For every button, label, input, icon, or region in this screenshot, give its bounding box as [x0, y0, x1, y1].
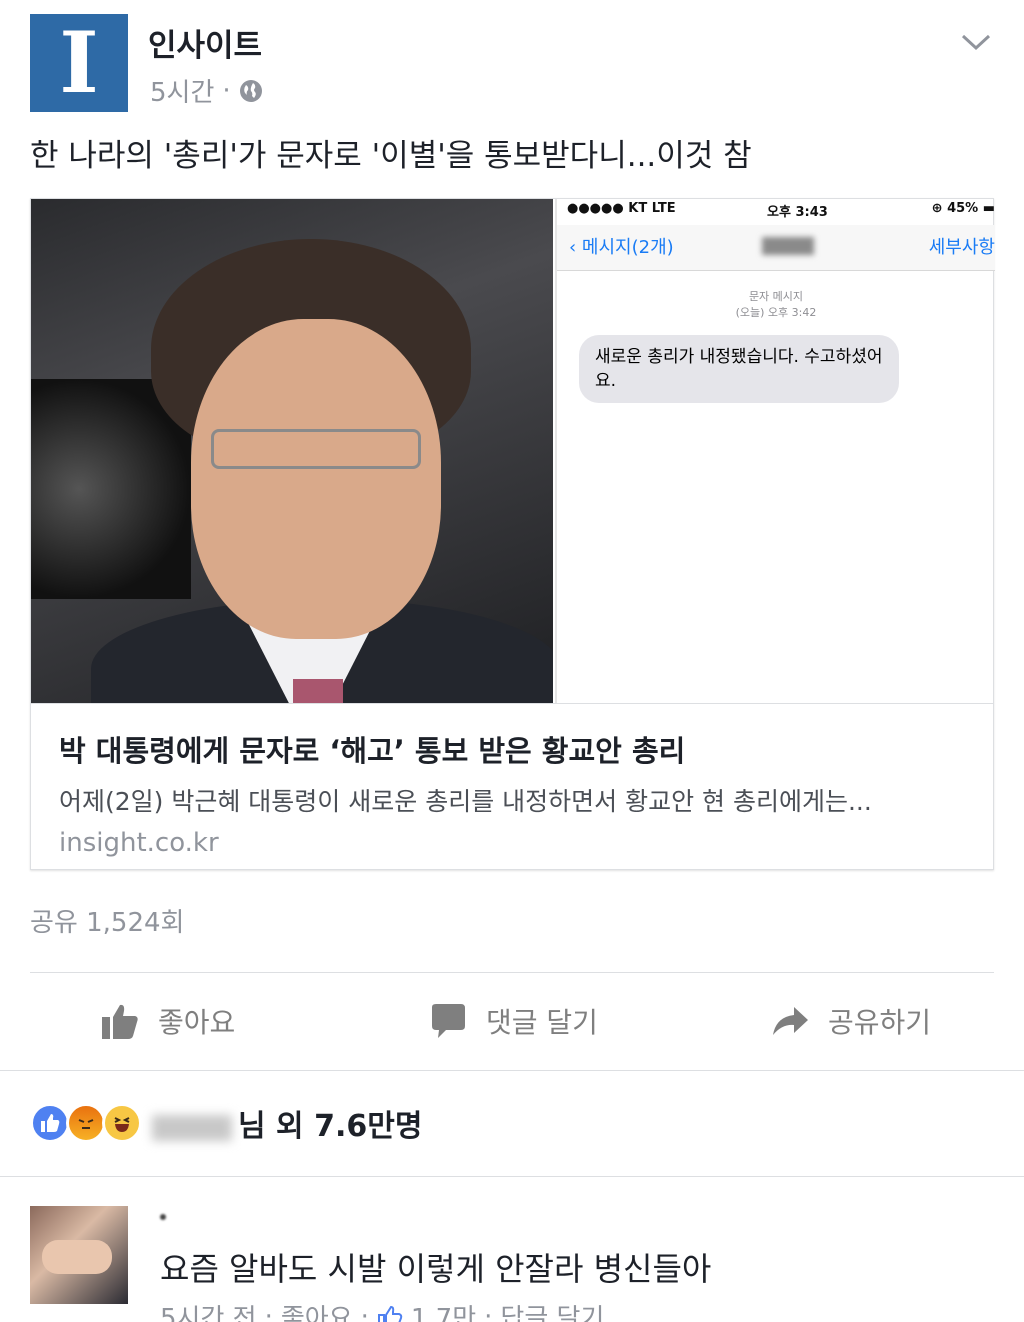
thumbs-up-icon	[102, 1004, 138, 1039]
divider	[0, 1176, 1024, 1177]
comment-meta: 5시간 전 · 좋아요 · 1.7만 · 답글 달기	[160, 1298, 604, 1322]
comment-like-icon	[377, 1305, 403, 1322]
status-carrier: ●●●●● KT LTE	[567, 201, 676, 216]
sms-meta: 문자 메시지 (오늘) 오후 3:42	[557, 289, 995, 321]
reactions-summary[interactable]: 님 외 7.6만명	[30, 1098, 422, 1148]
share-label: 공유하기	[828, 1006, 932, 1039]
post-text: 한 나라의 '총리'가 문자로 '이별'을 통보받다니...이것 참	[30, 138, 752, 174]
comment-button[interactable]: 댓글 달기	[428, 986, 598, 1056]
comment-icon	[432, 1004, 465, 1038]
status-time: 오후 3:43	[767, 205, 828, 220]
like-button[interactable]: 좋아요	[100, 986, 235, 1056]
share-count[interactable]: 공유 1,524회	[30, 902, 184, 939]
avatar-hand	[42, 1240, 112, 1274]
share-arrow-icon	[773, 1007, 808, 1035]
link-preview-card[interactable]: ●●●●● KT LTE 오후 3:43 ⊕ 45% ▬ ‹ 메시지(2개) 세…	[30, 198, 995, 870]
link-domain: insight.co.kr	[59, 828, 219, 858]
reactions-summary-text: 님 외 7.6만명	[238, 1109, 423, 1144]
reactions-count: 님 외 7.6만명	[152, 1101, 422, 1145]
comment-time[interactable]: 5시간 전	[160, 1298, 257, 1322]
like-reaction-icon	[30, 1103, 70, 1143]
post-meta: 5시간 ·	[150, 72, 263, 109]
photo-face	[191, 319, 441, 639]
sms-meta-time: (오늘) 오후 3:42	[735, 306, 817, 319]
link-description: 어제(2일) 박근혜 대통령이 새로운 총리를 내정하면서 황교안 현 총리에게…	[59, 787, 872, 816]
comment-sep: ·	[484, 1301, 493, 1322]
meta-separator: ·	[222, 75, 231, 106]
photo-tie	[293, 679, 343, 703]
sms-back-label: 메시지(2개)	[581, 237, 674, 258]
article-photo	[31, 199, 553, 703]
sms-bubble: 새로운 총리가 내정됐습니다. 수고하셨어요.	[579, 335, 899, 403]
chevron-down-icon[interactable]	[958, 24, 994, 60]
logo-letter: I	[59, 13, 99, 112]
commenter-avatar[interactable]	[30, 1206, 128, 1304]
sms-back-button: ‹ 메시지(2개)	[569, 237, 674, 258]
page-avatar[interactable]: I	[30, 14, 128, 112]
link-title[interactable]: 박 대통령에게 문자로 ‘해고’ 통보 받은 황교안 총리	[59, 728, 965, 770]
comment-sep: ·	[264, 1301, 273, 1322]
comment-text: 요즘 알바도 시발 이렇게 안잘라 병신들아	[160, 1250, 712, 1288]
comment-reply-button[interactable]: 답글 달기	[500, 1298, 604, 1322]
sms-screenshot: ●●●●● KT LTE 오후 3:43 ⊕ 45% ▬ ‹ 메시지(2개) 세…	[555, 199, 995, 703]
post-header: I 인사이트 5시간 ·	[30, 14, 994, 114]
post-time[interactable]: 5시간	[150, 72, 214, 109]
link-card-body[interactable]: 박 대통령에게 문자로 ‘해고’ 통보 받은 황교안 총리 어제(2일) 박근혜…	[31, 703, 993, 869]
like-label: 좋아요	[158, 1006, 236, 1039]
sms-detail-label: 세부사항	[928, 237, 995, 258]
action-bar: 좋아요 댓글 달기 공유하기	[30, 986, 994, 1056]
haha-reaction-icon	[102, 1103, 142, 1143]
share-button[interactable]: 공유하기	[770, 986, 931, 1056]
globe-icon	[239, 79, 262, 102]
page-name[interactable]: 인사이트	[148, 20, 262, 65]
divider	[0, 1070, 1024, 1071]
comment-label: 댓글 달기	[486, 1006, 598, 1039]
divider	[30, 972, 994, 973]
sms-nav-bar: ‹ 메시지(2개) 세부사항	[557, 225, 995, 271]
photo-glasses	[211, 429, 421, 469]
blurred-commenter-name[interactable]	[160, 1214, 166, 1220]
blurred-contact-name	[762, 237, 814, 255]
sms-meta-type: 문자 메시지	[748, 290, 804, 303]
blurred-friend-name	[152, 1114, 232, 1141]
comment-like-count: 1.7만	[410, 1304, 477, 1322]
comment-like-button[interactable]: 좋아요	[281, 1298, 353, 1322]
angry-reaction-icon	[66, 1103, 106, 1143]
comment-sep: ·	[360, 1301, 369, 1322]
status-battery: ⊕ 45% ▬	[931, 201, 995, 216]
phone-status-bar: ●●●●● KT LTE 오후 3:43 ⊕ 45% ▬	[567, 201, 995, 223]
